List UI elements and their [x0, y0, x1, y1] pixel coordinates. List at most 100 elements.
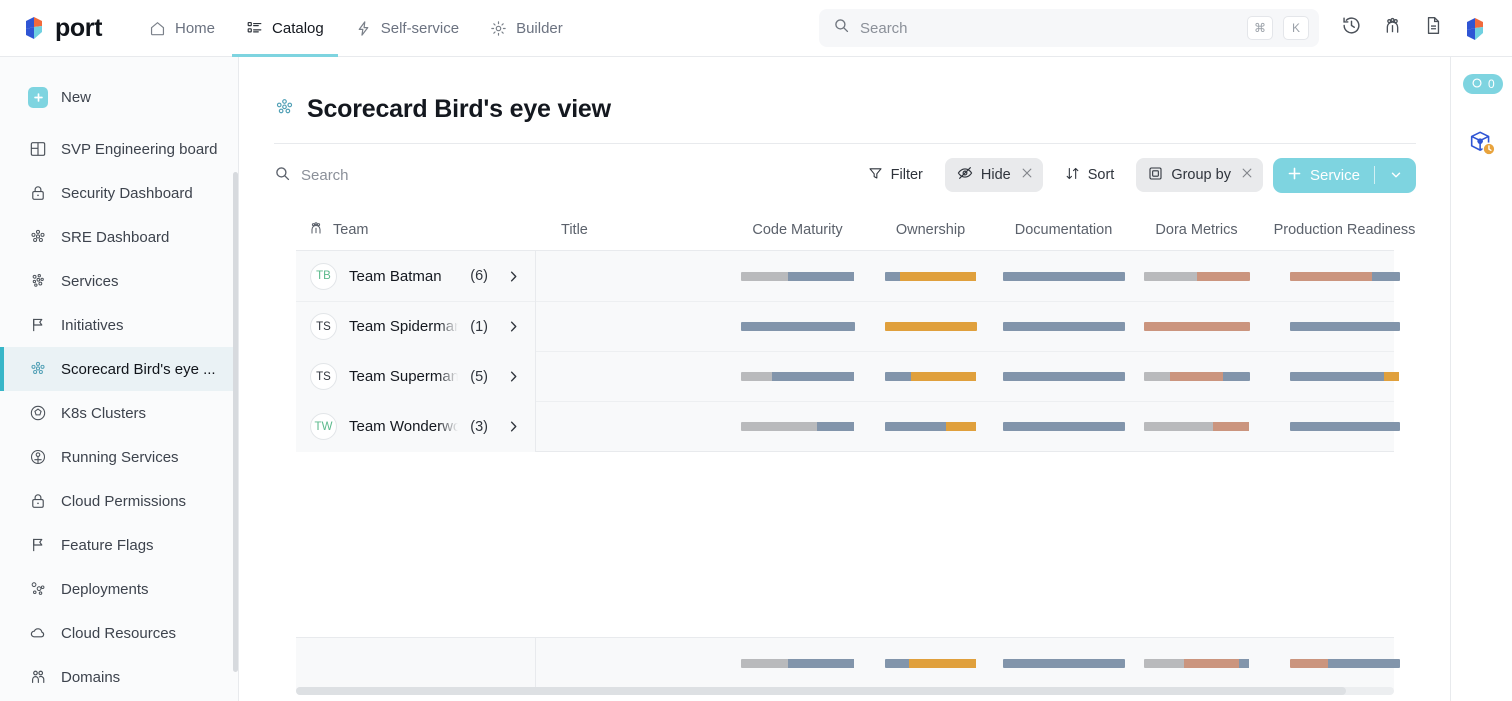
table-row[interactable]: TBTeam Batman(6) [296, 251, 1394, 301]
chevron-down-icon[interactable] [1385, 168, 1413, 182]
team-cell[interactable]: TBTeam Batman(6) [296, 251, 535, 301]
score-bar-documentation[interactable] [1003, 272, 1125, 281]
column-header-label: Production Readiness [1274, 222, 1416, 238]
sidebar-item-scorecard-birds-eye-view[interactable]: Scorecard Bird's eye ... [0, 347, 238, 391]
tab-builder[interactable]: Builder [476, 0, 577, 57]
notification-pill[interactable]: 0 [1463, 74, 1503, 94]
tab-home[interactable]: Home [135, 0, 229, 57]
score-bar-production-readiness[interactable] [1290, 422, 1400, 431]
sidebar-item-new[interactable]: New [0, 75, 238, 119]
sidebar-scrollbar[interactable] [233, 172, 238, 672]
score-bar-dora-metrics[interactable] [1144, 659, 1250, 668]
port-logo[interactable]: port [24, 14, 102, 43]
tab-catalog[interactable]: Catalog [232, 0, 338, 57]
sidebar-item-cloud-resources[interactable]: Cloud Resources [0, 611, 238, 655]
page-header: Scorecard Bird's eye view [239, 57, 1512, 124]
chevron-right-icon[interactable] [506, 369, 521, 384]
score-bar-ownership[interactable] [885, 322, 977, 331]
horizontal-scrollbar[interactable] [296, 687, 1394, 695]
group-by-button[interactable]: Group by [1136, 158, 1263, 192]
score-bar-production-readiness[interactable] [1290, 659, 1400, 668]
add-service-button[interactable]: Service [1273, 158, 1416, 193]
plus-icon [1287, 166, 1302, 185]
port-avatar-icon[interactable] [1464, 15, 1488, 41]
cube-clock-icon[interactable] [1467, 128, 1497, 163]
score-bar-segment [885, 322, 977, 331]
sidebar-item-cloud-permissions[interactable]: Cloud Permissions [0, 479, 238, 523]
team-cell[interactable]: TWTeam Wonderwoman(3) [296, 402, 535, 452]
team-icon [308, 220, 324, 240]
score-bar-production-readiness[interactable] [1290, 272, 1400, 281]
history-icon[interactable] [1341, 15, 1362, 41]
score-bar-code-maturity[interactable] [741, 659, 855, 668]
cluster-icon [28, 227, 48, 247]
score-bar-ownership[interactable] [885, 659, 977, 668]
document-icon[interactable] [1423, 15, 1444, 41]
score-bar-code-maturity[interactable] [741, 272, 855, 281]
column-header-ownership[interactable]: Ownership [864, 222, 997, 238]
score-bar-production-readiness[interactable] [1290, 322, 1400, 331]
global-search-input[interactable]: Search ⌘ K [819, 9, 1319, 47]
chevron-right-icon[interactable] [506, 419, 521, 434]
sidebar-item-sre-dashboard[interactable]: SRE Dashboard [0, 215, 238, 259]
horizontal-scrollbar-thumb[interactable] [296, 687, 1346, 695]
top-navigation-bar: port Home Catalog [0, 0, 1512, 57]
column-header-production-readiness[interactable]: Production Readiness [1263, 222, 1426, 238]
column-header-team[interactable]: Team [296, 220, 535, 240]
sidebar-item-initiatives[interactable]: Initiatives [0, 303, 238, 347]
score-bar-dora-metrics[interactable] [1144, 322, 1250, 331]
sidebar-item-services[interactable]: Services [0, 259, 238, 303]
chevron-right-icon[interactable] [506, 319, 521, 334]
sidebar-item-feature-flags[interactable]: Feature Flags [0, 523, 238, 567]
sidebar-item-domains[interactable]: Domains [0, 655, 238, 699]
score-bar-dora-metrics[interactable] [1144, 422, 1250, 431]
chevron-right-icon[interactable] [506, 269, 521, 284]
score-bar-ownership[interactable] [885, 272, 977, 281]
filter-button[interactable]: Filter [856, 158, 935, 192]
score-bar-code-maturity[interactable] [741, 322, 855, 331]
sidebar-item-running-services[interactable]: Running Services [0, 435, 238, 479]
metric-cell-dora-metrics [1130, 372, 1263, 381]
team-icon[interactable] [1382, 15, 1403, 41]
hide-clear-icon[interactable] [1020, 166, 1034, 184]
table-row[interactable]: TSTeam Superman(5) [296, 351, 1394, 401]
table-search-input[interactable]: Search [274, 165, 349, 186]
table-row[interactable]: TSTeam Spiderman(1) [296, 301, 1394, 351]
sidebar-item-label: Running Services [61, 449, 179, 466]
hide-button[interactable]: Hide [945, 158, 1043, 192]
column-header-code-maturity[interactable]: Code Maturity [731, 222, 864, 238]
table-summary-row [296, 637, 1394, 689]
team-cell[interactable]: TSTeam Superman(5) [296, 352, 535, 402]
score-bar-ownership[interactable] [885, 372, 977, 381]
score-bar-code-maturity[interactable] [741, 372, 855, 381]
column-header-dora-metrics[interactable]: Dora Metrics [1130, 222, 1263, 238]
layout-icon [28, 139, 48, 159]
score-bar-ownership[interactable] [885, 422, 977, 431]
score-bar-documentation[interactable] [1003, 322, 1125, 331]
team-cell[interactable]: TSTeam Spiderman(1) [296, 302, 535, 352]
score-bar-production-readiness[interactable] [1290, 372, 1400, 381]
metric-cell-dora-metrics [1130, 422, 1263, 431]
metric-cell-documentation [997, 272, 1130, 281]
score-bar-documentation[interactable] [1003, 372, 1125, 381]
sidebar-item-deployments[interactable]: Deployments [0, 567, 238, 611]
column-header-title[interactable]: Title [535, 222, 731, 238]
table-row[interactable]: TWTeam Wonderwoman(3) [296, 401, 1394, 451]
sidebar-item-security-dashboard[interactable]: Security Dashboard [0, 171, 238, 215]
column-header-label: Ownership [896, 222, 965, 238]
tab-self-service[interactable]: Self-service [341, 0, 473, 57]
column-header-documentation[interactable]: Documentation [997, 222, 1130, 238]
score-bar-code-maturity[interactable] [741, 422, 855, 431]
score-bar-dora-metrics[interactable] [1144, 272, 1250, 281]
filter-label: Filter [891, 167, 923, 183]
group-by-clear-icon[interactable] [1240, 166, 1254, 184]
sort-button[interactable]: Sort [1053, 158, 1127, 192]
metric-cell-production-readiness [1263, 322, 1426, 331]
score-bar-dora-metrics[interactable] [1144, 372, 1250, 381]
score-bar-documentation[interactable] [1003, 659, 1125, 668]
sidebar-item-k8s-clusters[interactable]: K8s Clusters [0, 391, 238, 435]
sidebar-item-svp-engineering-board[interactable]: SVP Engineering board [0, 127, 238, 171]
score-bar-segment [885, 372, 912, 381]
score-bar-documentation[interactable] [1003, 422, 1125, 431]
sidebar-item-label: Scorecard Bird's eye ... [61, 361, 216, 378]
